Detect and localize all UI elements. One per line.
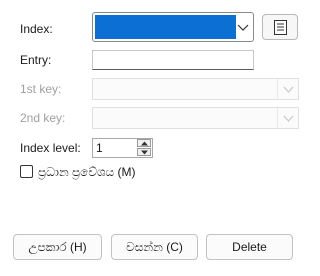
index-label: Index: bbox=[20, 22, 53, 36]
entry-label: Entry: bbox=[20, 53, 52, 67]
increment-button[interactable] bbox=[137, 139, 151, 147]
help-button[interactable]: උපකාර (H) bbox=[13, 234, 102, 260]
main-entry-checkbox[interactable] bbox=[20, 165, 33, 178]
entry-field[interactable] bbox=[92, 50, 254, 70]
delete-button[interactable]: Delete bbox=[206, 234, 293, 260]
key2-label: 2nd key: bbox=[20, 111, 66, 125]
document-list-icon bbox=[274, 20, 287, 35]
triangle-down-icon bbox=[141, 150, 148, 155]
index-level-label: Index level: bbox=[20, 141, 81, 155]
decrement-button[interactable] bbox=[137, 148, 151, 156]
main-entry-label[interactable]: ප්‍රධාන ප්‍රවේශය (M) bbox=[38, 164, 136, 180]
index-combobox[interactable] bbox=[92, 12, 254, 42]
cancel-button[interactable]: වසන්න (C) bbox=[111, 234, 198, 260]
triangle-up-icon bbox=[141, 141, 148, 146]
index-level-value[interactable]: 1 bbox=[96, 141, 103, 155]
chevron-down-icon bbox=[283, 115, 294, 122]
index-level-stepper[interactable]: 1 bbox=[92, 138, 153, 158]
key1-combobox[interactable] bbox=[92, 78, 299, 100]
chevron-down-icon bbox=[283, 86, 294, 93]
key1-label: 1st key: bbox=[20, 82, 62, 96]
chevron-down-icon[interactable] bbox=[237, 21, 249, 33]
key2-combobox[interactable] bbox=[92, 107, 299, 129]
edit-index-button[interactable] bbox=[262, 14, 298, 40]
index-selected-value bbox=[95, 15, 236, 39]
